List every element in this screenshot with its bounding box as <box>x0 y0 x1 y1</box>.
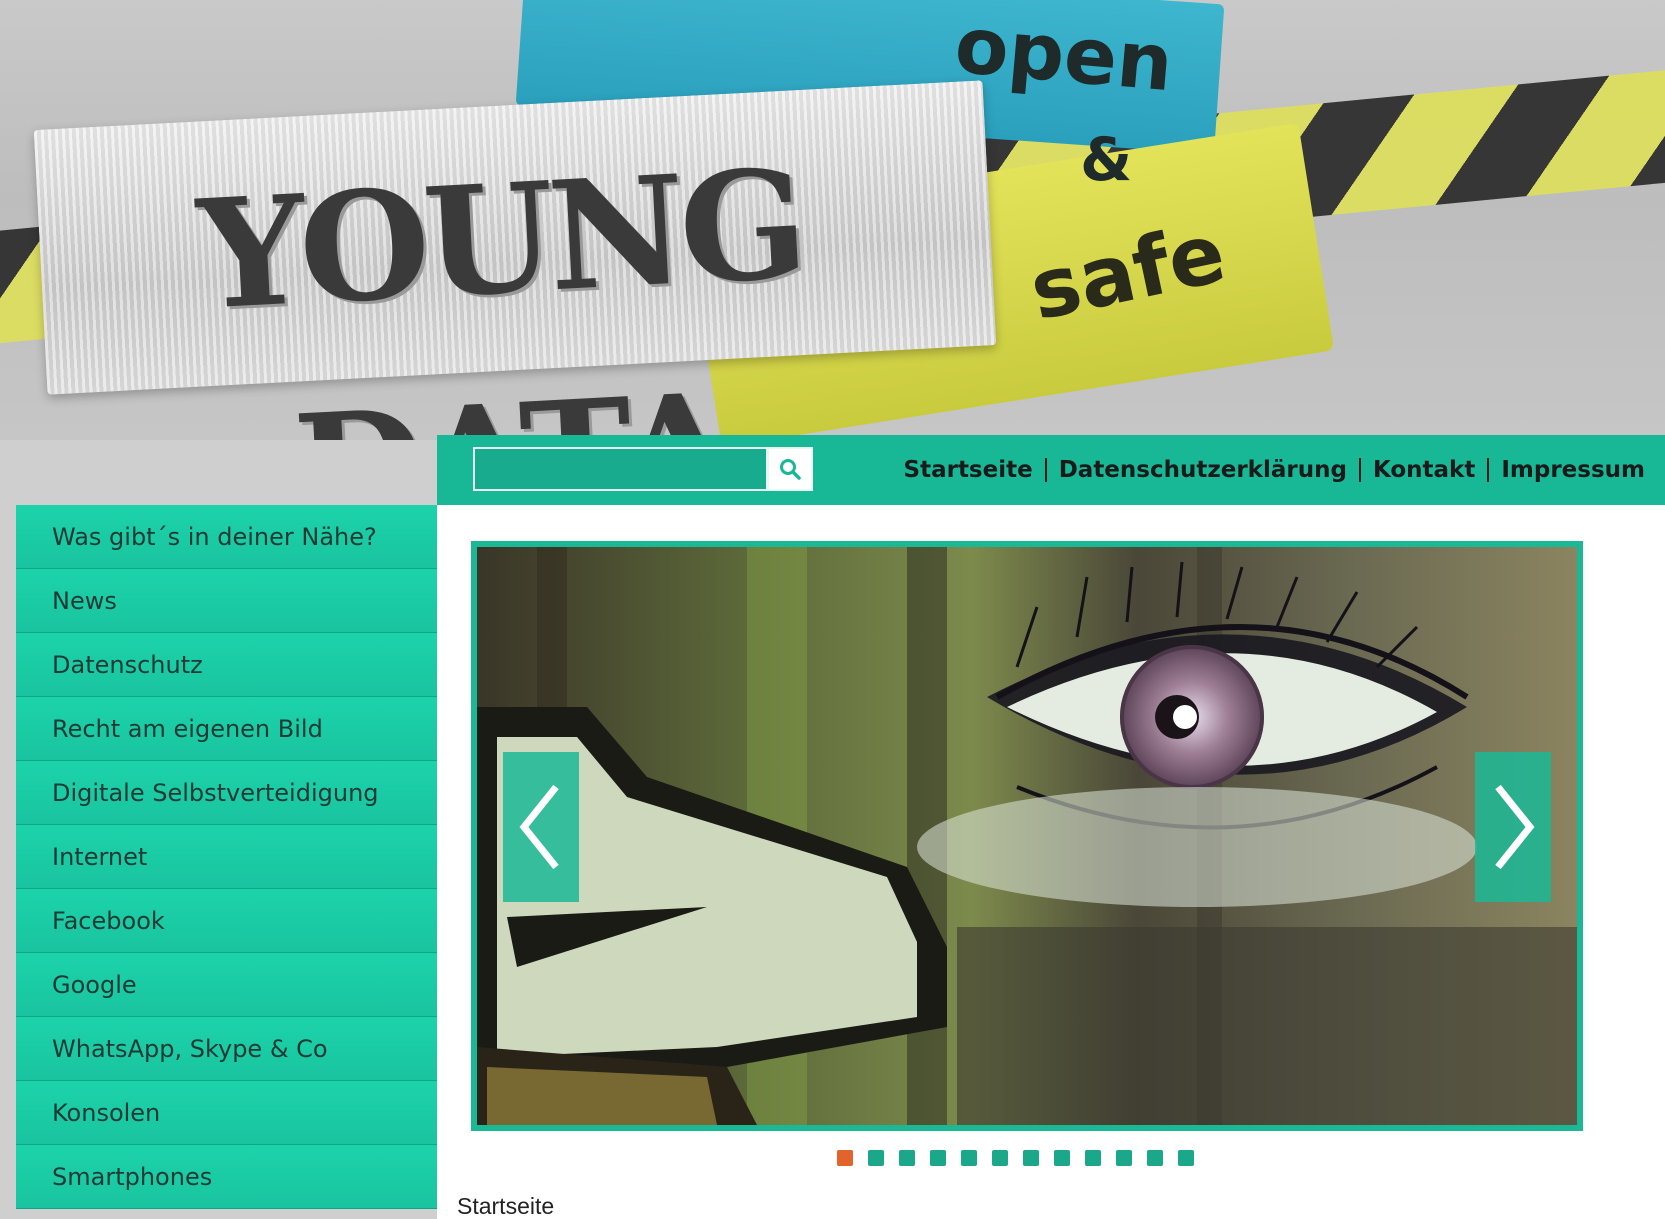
slider-prev-button[interactable] <box>503 752 579 902</box>
sidebar-item-naehe[interactable]: Was gibt´s in deiner Nähe? <box>16 505 437 569</box>
sidebar-item-konsolen[interactable]: Konsolen <box>16 1081 437 1145</box>
slide-image-graffiti-eye <box>477 547 1577 1125</box>
slider-dot-2[interactable] <box>868 1150 884 1166</box>
slider-dot-3[interactable] <box>899 1150 915 1166</box>
nav-link-impressum[interactable]: Impressum <box>1501 457 1645 483</box>
logo-ampersand: & <box>1080 125 1133 195</box>
slider-dot-6[interactable] <box>992 1150 1008 1166</box>
image-slider <box>471 541 1583 1131</box>
breadcrumb: Startseite <box>457 1193 555 1219</box>
sidebar-item-recht-am-eigenen-bild[interactable]: Recht am eigenen Bild <box>16 697 437 761</box>
sidebar-item-digitale-selbstverteidigung[interactable]: Digitale Selbstverteidigung <box>16 761 437 825</box>
nav-link-startseite[interactable]: Startseite <box>904 457 1033 483</box>
slider-dot-9[interactable] <box>1085 1150 1101 1166</box>
sidebar-item-internet[interactable]: Internet <box>16 825 437 889</box>
slider-dot-1[interactable] <box>837 1150 853 1166</box>
top-nav-links: Startseite Datenschutzerklärung Kontakt … <box>904 435 1645 505</box>
nav-link-kontakt[interactable]: Kontakt <box>1373 457 1475 483</box>
search-icon <box>780 459 801 480</box>
slider-dot-7[interactable] <box>1023 1150 1039 1166</box>
slider-dot-10[interactable] <box>1116 1150 1132 1166</box>
slider-dot-12[interactable] <box>1178 1150 1194 1166</box>
sidebar-item-facebook[interactable]: Facebook <box>16 889 437 953</box>
search-input[interactable] <box>473 447 768 491</box>
slider-dot-11[interactable] <box>1147 1150 1163 1166</box>
sidebar-item-news[interactable]: News <box>16 569 437 633</box>
sidebar-item-datenschutz[interactable]: Datenschutz <box>16 633 437 697</box>
search-button[interactable] <box>767 447 813 491</box>
slider-pagination <box>837 1150 1194 1166</box>
sidebar-item-google[interactable]: Google <box>16 953 437 1017</box>
slider-next-button[interactable] <box>1475 752 1551 902</box>
nav-separator <box>1044 458 1047 482</box>
nav-separator <box>1358 458 1361 482</box>
slider-dot-8[interactable] <box>1054 1150 1070 1166</box>
chevron-left-icon <box>519 784 559 870</box>
logo-open-text: open <box>951 0 1177 110</box>
slider-dot-5[interactable] <box>961 1150 977 1166</box>
chevron-right-icon <box>1495 784 1535 870</box>
site-logo[interactable]: YOUNG DATA <box>65 108 935 440</box>
nav-separator <box>1487 458 1490 482</box>
main-content: Startseite <box>437 505 1665 1219</box>
slider-dot-4[interactable] <box>930 1150 946 1166</box>
sidebar-menu: Was gibt´s in deiner Nähe? News Datensch… <box>16 505 437 1219</box>
site-header: YOUNG DATA open & safe <box>0 0 1665 440</box>
nav-link-datenschutzerklaerung[interactable]: Datenschutzerklärung <box>1059 457 1347 483</box>
sidebar-item-whatsapp-skype[interactable]: WhatsApp, Skype & Co <box>16 1017 437 1081</box>
sidebar-item-smartphones[interactable]: Smartphones <box>16 1145 437 1209</box>
top-navigation-bar: Startseite Datenschutzerklärung Kontakt … <box>437 435 1665 505</box>
